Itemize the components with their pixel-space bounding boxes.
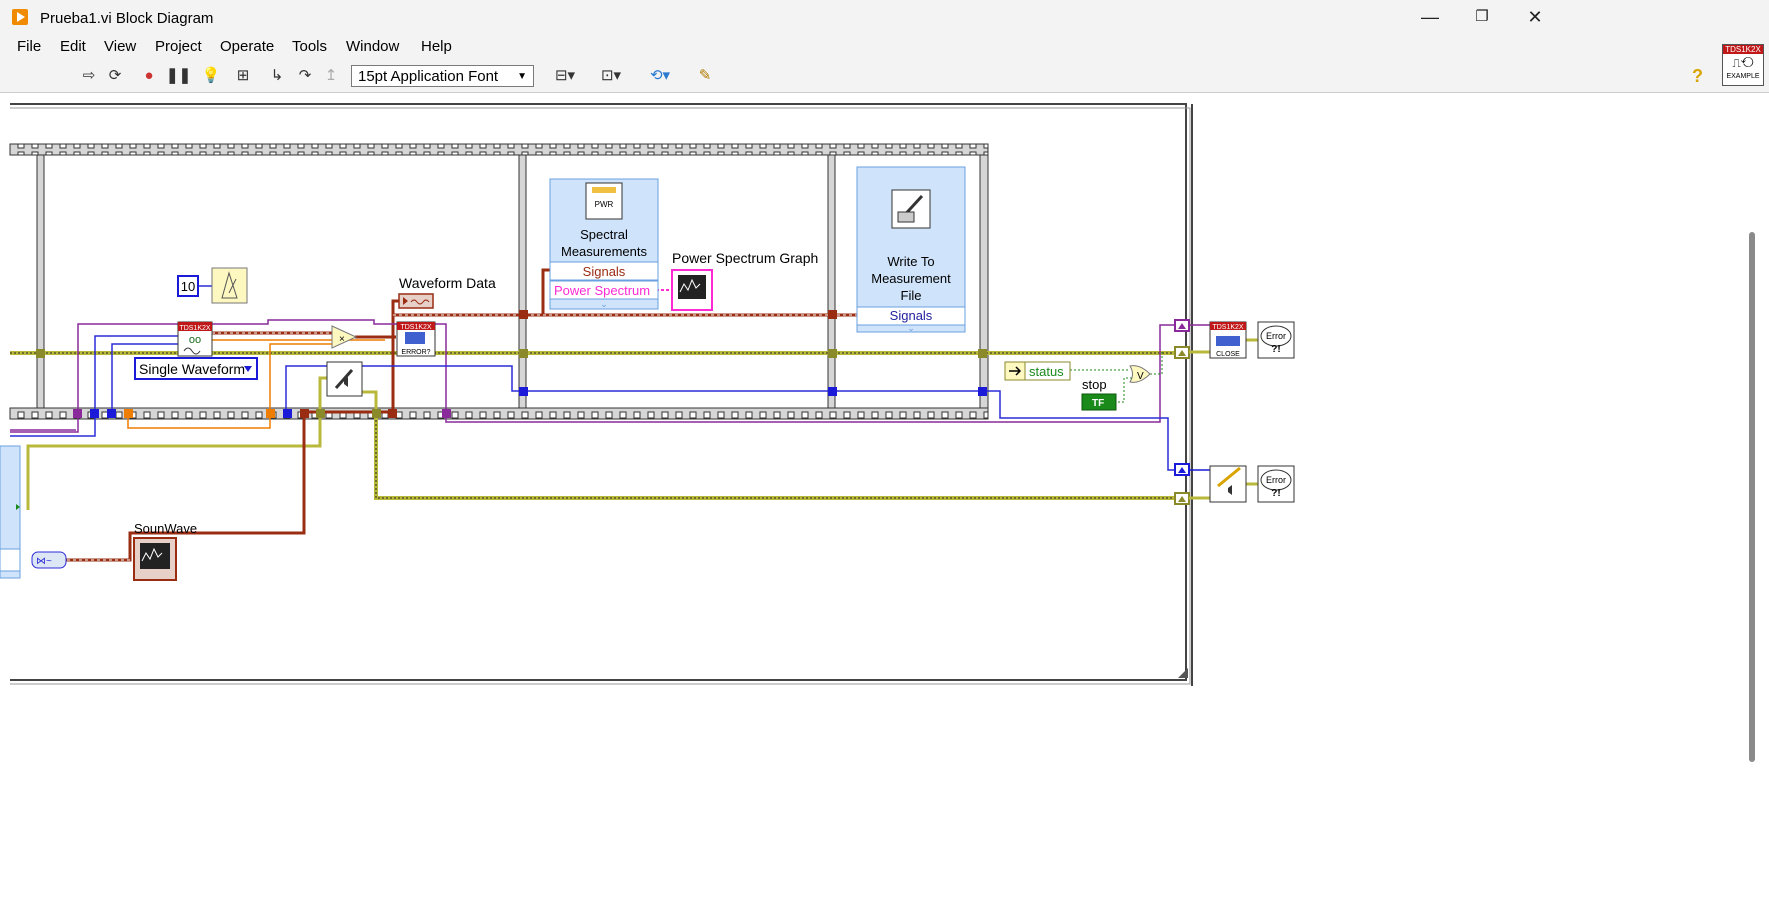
tds-close-label: CLOSE bbox=[1216, 351, 1240, 358]
write-title-2: Measurement bbox=[871, 271, 951, 286]
simple-error-handler-2[interactable]: Error ?! bbox=[1257, 465, 1295, 503]
spectral-power-spectrum-output: Power Spectrum bbox=[554, 283, 650, 298]
tds-read-waveform-node[interactable]: TDS1K2X oo bbox=[177, 321, 213, 357]
sounwave-graph-terminal[interactable]: SounWave bbox=[133, 521, 197, 581]
multiply-node[interactable]: × bbox=[331, 325, 358, 349]
pwr-icon-label: PWR bbox=[595, 200, 614, 209]
expand-chevron-icon: ⌄ bbox=[600, 299, 608, 309]
numeric-constant[interactable]: 10 bbox=[177, 275, 199, 297]
spectral-title-2: Measurements bbox=[561, 244, 647, 259]
sounwave-label: SounWave bbox=[134, 521, 197, 536]
waveform-data-indicator[interactable]: Waveform Data bbox=[398, 275, 496, 309]
waveform-convert-node[interactable]: ⋈~ bbox=[31, 551, 67, 569]
tds-error-header: TDS1K2X bbox=[400, 324, 431, 331]
offscreen-express-vi[interactable] bbox=[0, 445, 21, 579]
or-node[interactable]: V bbox=[1129, 365, 1151, 383]
error-marks-1: ?! bbox=[1271, 344, 1280, 355]
unbundle-status-node[interactable]: status bbox=[1004, 361, 1071, 381]
wait-ms-node[interactable] bbox=[211, 267, 248, 304]
power-spectrum-graph-label: Power Spectrum Graph bbox=[672, 250, 818, 266]
power-spectrum-graph-terminal[interactable]: Power Spectrum Graph bbox=[671, 250, 818, 311]
close-sound-node[interactable] bbox=[1209, 465, 1247, 503]
write-signals-input: Signals bbox=[890, 308, 933, 323]
write-measurement-file-express-vi[interactable]: Write To Measurement File Signals ⌄ bbox=[856, 166, 966, 333]
error-text-2: Error bbox=[1266, 475, 1286, 485]
tds-error-label: ERROR? bbox=[401, 349, 430, 356]
tds-read-header: TDS1K2X bbox=[179, 325, 210, 332]
tds-close-header: TDS1K2X bbox=[1212, 324, 1243, 331]
write-title-1: Write To bbox=[887, 254, 934, 269]
waveform-data-label: Waveform Data bbox=[399, 275, 496, 291]
spectral-title-1: Spectral bbox=[580, 227, 628, 242]
play-sound-node[interactable] bbox=[326, 361, 363, 397]
single-waveform-ring[interactable]: Single Waveform bbox=[134, 357, 258, 380]
status-label: status bbox=[1029, 364, 1064, 379]
waveform-convert-icon: ⋈~ bbox=[36, 556, 52, 567]
simple-error-handler-1[interactable]: Error ?! bbox=[1257, 321, 1295, 359]
stop-button-terminal[interactable]: stop TF bbox=[1081, 377, 1117, 411]
diagram-svg: 10 TDS1K2X oo Single Waveform × Waveform… bbox=[0, 103, 1295, 686]
expand-chevron-icon: ⌄ bbox=[907, 323, 915, 333]
error-marks-2: ?! bbox=[1271, 488, 1280, 499]
write-title-3: File bbox=[901, 288, 922, 303]
error-text-1: Error bbox=[1266, 331, 1286, 341]
tds-error-query-node[interactable]: TDS1K2X ERROR? bbox=[396, 321, 436, 357]
stop-terminal-text: TF bbox=[1092, 398, 1104, 409]
spectral-measurements-express-vi[interactable]: PWR Spectral Measurements Signals Power … bbox=[549, 178, 659, 310]
tds-close-node[interactable]: TDS1K2X CLOSE bbox=[1209, 321, 1247, 359]
loop-resize-handle bbox=[1178, 668, 1188, 678]
or-label: V bbox=[1137, 371, 1144, 382]
single-waveform-label: Single Waveform bbox=[139, 361, 245, 377]
glasses-icon: oo bbox=[189, 334, 201, 346]
constant-value: 10 bbox=[181, 279, 195, 294]
stop-label: stop bbox=[1082, 377, 1107, 392]
spectral-signals-input: Signals bbox=[583, 264, 626, 279]
multiply-icon: × bbox=[339, 334, 345, 345]
